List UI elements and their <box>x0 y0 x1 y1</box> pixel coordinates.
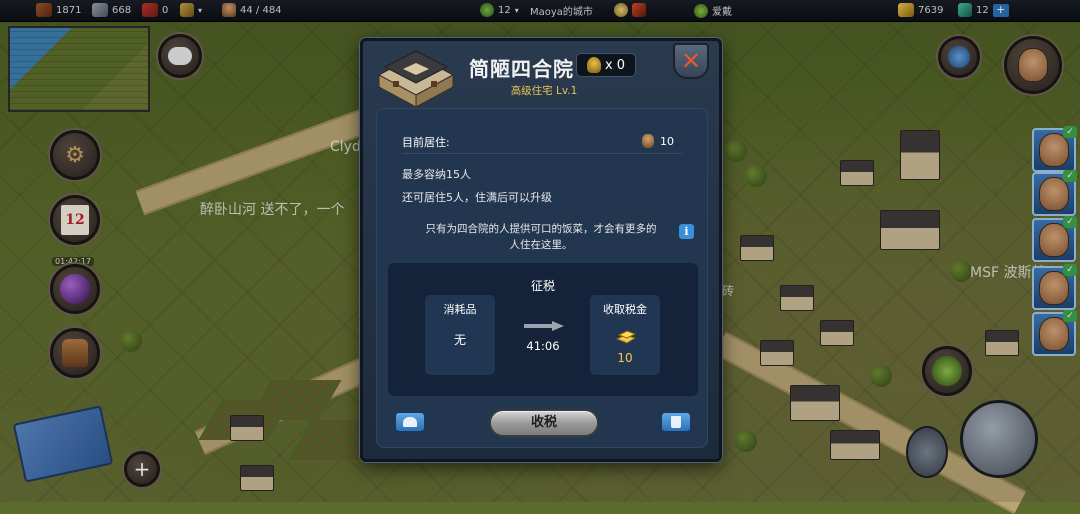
storage-button[interactable] <box>395 412 425 432</box>
tax-income-label: 收取税金 <box>603 303 647 316</box>
building-info-panel: 目前居住: 10 最多容纳15人 还可居住5人，住满后可以升级 只有为四合院的人… <box>376 108 708 448</box>
tax-section: 征税 消耗品 无 41:06 收取税金 10 <box>388 263 698 396</box>
info-icon[interactable]: i <box>679 224 694 239</box>
info-text: 只有为四合院的人提供可口的饭菜，才会有更多的人住在这里。 <box>425 223 657 251</box>
residents-value: 10 <box>660 134 674 148</box>
dialog-header: 简陋四合院 x 0 高级住宅 Lv.1 ✕ <box>363 41 719 108</box>
close-button[interactable]: ✕ <box>673 43 709 79</box>
helmet-icon <box>586 57 601 73</box>
residents-row: 目前居住: 10 <box>402 130 682 154</box>
remaining-text: 还可居住5人，住满后可以升级 <box>402 191 552 204</box>
collect-tax-button[interactable]: 收税 <box>489 409 599 437</box>
tax-timer: 41:06 <box>526 339 560 353</box>
close-icon: ✕ <box>680 47 702 75</box>
dialog-title: 简陋四合院 <box>469 57 574 81</box>
residents-count: 10 <box>642 134 674 148</box>
consumable-value: 无 <box>453 333 466 347</box>
arrow-right-icon <box>524 321 564 331</box>
tax-income-value: 10 <box>617 351 633 365</box>
tax-income-card: 收取税金 10 <box>590 295 660 375</box>
courtyard-house-icon <box>377 50 455 108</box>
worker-count: x 0 <box>604 57 626 73</box>
gold-bar-icon <box>615 330 637 344</box>
trash-icon <box>671 416 681 428</box>
capacity-text: 最多容纳15人 <box>402 168 471 181</box>
consumable-label: 消耗品 <box>443 303 477 316</box>
building-dialog: 简陋四合院 x 0 高级住宅 Lv.1 ✕ 目前居住: 10 最多容纳15人 还… <box>360 38 722 462</box>
worker-badge[interactable]: x 0 <box>576 53 636 77</box>
tax-title: 征税 <box>530 279 555 293</box>
residents-label: 目前居住: <box>402 136 450 149</box>
resident-icon <box>642 134 654 148</box>
building-level: 高级住宅 Lv.1 <box>510 85 578 97</box>
demolish-button[interactable] <box>661 412 691 432</box>
storage-icon <box>403 417 417 427</box>
consumable-card: 消耗品 无 <box>425 295 495 375</box>
